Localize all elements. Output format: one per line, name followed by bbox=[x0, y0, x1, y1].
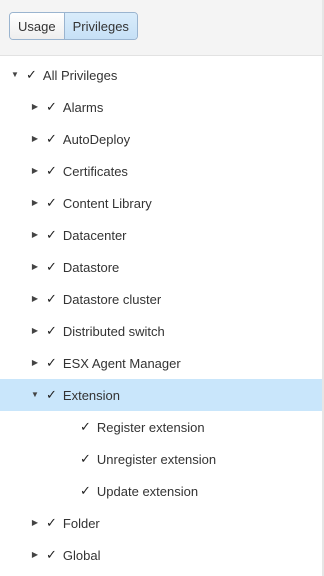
tree-node-label: Register extension bbox=[96, 419, 205, 435]
tree-node-label: Datastore bbox=[62, 259, 120, 275]
caret-down-icon[interactable]: ▼ bbox=[10, 70, 20, 80]
caret-right-icon[interactable]: ▶ bbox=[30, 102, 40, 112]
tree-node-autodeploy[interactable]: ▶ ✓ AutoDeploy bbox=[0, 123, 324, 155]
checkmark-icon: ✓ bbox=[46, 163, 57, 179]
tree-node-label: Alarms bbox=[62, 99, 104, 115]
caret-right-icon[interactable]: ▶ bbox=[30, 294, 40, 304]
caret-down-icon[interactable]: ▼ bbox=[30, 390, 40, 400]
checkmark-icon: ✓ bbox=[46, 387, 57, 403]
caret-right-icon[interactable]: ▶ bbox=[30, 550, 40, 560]
checkmark-icon: ✓ bbox=[46, 195, 57, 211]
checkmark-icon: ✓ bbox=[26, 67, 37, 83]
tree-node-all-privileges[interactable]: ▼ ✓ All Privileges bbox=[0, 59, 324, 91]
tree-node-label: Certificates bbox=[62, 163, 128, 179]
tree-node-global[interactable]: ▶ ✓ Global bbox=[0, 539, 324, 571]
tree-node-label: All Privileges bbox=[42, 67, 118, 83]
tree-node-label: Datacenter bbox=[62, 227, 127, 243]
tree-node-distributed-switch[interactable]: ▶ ✓ Distributed switch bbox=[0, 315, 324, 347]
view-toggle: Usage Privileges bbox=[9, 12, 138, 40]
tree-node-content-library[interactable]: ▶ ✓ Content Library bbox=[0, 187, 324, 219]
caret-right-icon[interactable]: ▶ bbox=[30, 358, 40, 368]
privileges-tab[interactable]: Privileges bbox=[64, 13, 137, 39]
tree-node-label: AutoDeploy bbox=[62, 131, 131, 147]
tree-node-label: Update extension bbox=[96, 483, 199, 499]
caret-right-icon[interactable]: ▶ bbox=[30, 518, 40, 528]
caret-right-icon[interactable]: ▶ bbox=[30, 166, 40, 176]
checkmark-icon: ✓ bbox=[46, 323, 57, 339]
toolbar: Usage Privileges bbox=[0, 0, 324, 56]
checkmark-icon: ✓ bbox=[46, 227, 57, 243]
tree-node-alarms[interactable]: ▶ ✓ Alarms bbox=[0, 91, 324, 123]
checkmark-icon: ✓ bbox=[46, 131, 57, 147]
checkmark-icon: ✓ bbox=[46, 99, 57, 115]
caret-right-icon[interactable]: ▶ bbox=[30, 262, 40, 272]
checkmark-icon: ✓ bbox=[46, 515, 57, 531]
tree-node-certificates[interactable]: ▶ ✓ Certificates bbox=[0, 155, 324, 187]
tree-node-label: Content Library bbox=[62, 195, 152, 211]
checkmark-icon: ✓ bbox=[80, 451, 91, 467]
tree-node-datacenter[interactable]: ▶ ✓ Datacenter bbox=[0, 219, 324, 251]
caret-right-icon[interactable]: ▶ bbox=[30, 198, 40, 208]
caret-right-icon[interactable]: ▶ bbox=[30, 326, 40, 336]
tree-node-datastore[interactable]: ▶ ✓ Datastore bbox=[0, 251, 324, 283]
tree-node-extension[interactable]: ▼ ✓ Extension bbox=[0, 379, 324, 411]
tree-node-label: Unregister extension bbox=[96, 451, 217, 467]
tree-node-label: Folder bbox=[62, 515, 100, 531]
checkmark-icon: ✓ bbox=[46, 291, 57, 307]
tree-node-register-extension[interactable]: ✓ Register extension bbox=[0, 411, 324, 443]
tree-node-label: Distributed switch bbox=[62, 323, 165, 339]
tree-node-esx-agent-manager[interactable]: ▶ ✓ ESX Agent Manager bbox=[0, 347, 324, 379]
checkmark-icon: ✓ bbox=[80, 483, 91, 499]
caret-right-icon[interactable]: ▶ bbox=[30, 134, 40, 144]
tree-node-label: Datastore cluster bbox=[62, 291, 162, 307]
checkmark-icon: ✓ bbox=[46, 355, 57, 371]
tree-node-label: Extension bbox=[62, 387, 120, 403]
tree-node-label: Global bbox=[62, 547, 101, 563]
checkmark-icon: ✓ bbox=[46, 259, 57, 275]
caret-right-icon[interactable]: ▶ bbox=[30, 230, 40, 240]
checkmark-icon: ✓ bbox=[80, 419, 91, 435]
tree-node-folder[interactable]: ▶ ✓ Folder bbox=[0, 507, 324, 539]
checkmark-icon: ✓ bbox=[46, 547, 57, 563]
usage-tab[interactable]: Usage bbox=[10, 13, 65, 39]
tree-node-unregister-extension[interactable]: ✓ Unregister extension bbox=[0, 443, 324, 475]
tree-node-datastore-cluster[interactable]: ▶ ✓ Datastore cluster bbox=[0, 283, 324, 315]
tree-node-label: ESX Agent Manager bbox=[62, 355, 181, 371]
tree-node-update-extension[interactable]: ✓ Update extension bbox=[0, 475, 324, 507]
